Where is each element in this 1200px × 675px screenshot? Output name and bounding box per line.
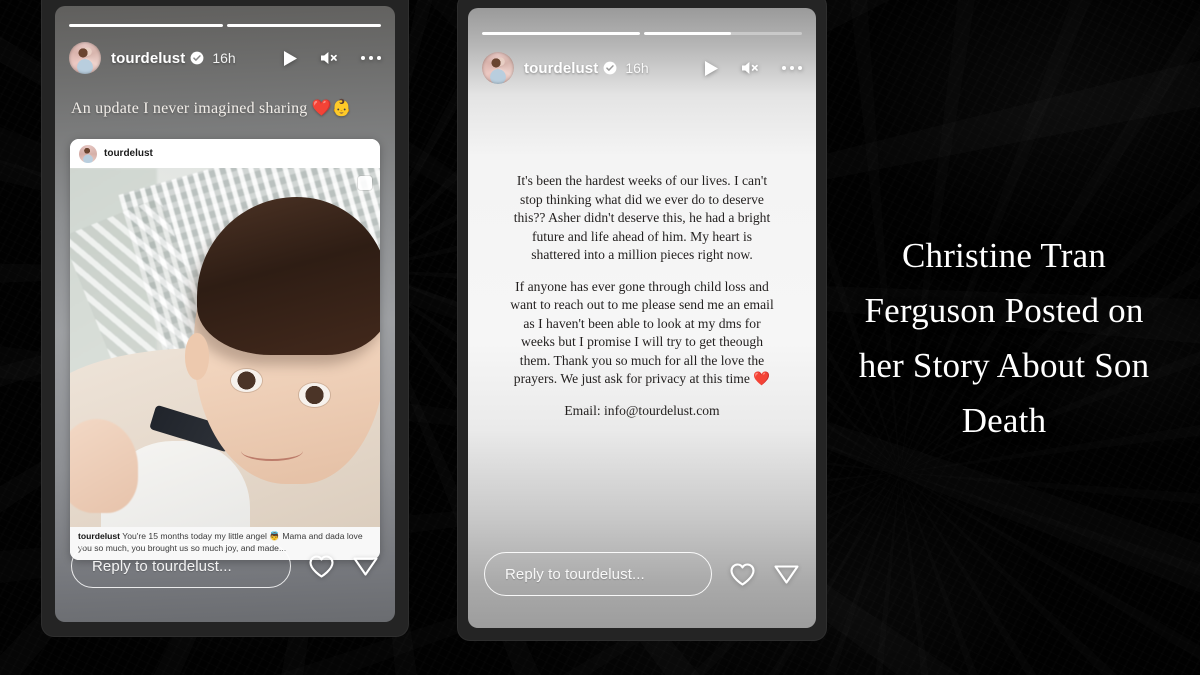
reply-bar-right: Reply to tourdelust... bbox=[468, 552, 816, 596]
story-progress-right[interactable] bbox=[468, 32, 816, 35]
story-username[interactable]: tourdelust bbox=[524, 60, 598, 77]
story-timestamp: 16h bbox=[625, 60, 649, 76]
progress-segment[interactable] bbox=[227, 24, 381, 27]
story-header-right: tourdelust 16h bbox=[468, 46, 816, 90]
progress-segment[interactable] bbox=[69, 24, 223, 27]
embedded-post-card[interactable]: tourdelust tourdelust You're 15 months t… bbox=[70, 139, 380, 560]
mute-speaker-icon[interactable] bbox=[320, 50, 339, 66]
instagram-story-right[interactable]: tourdelust 16h It's been the hardest wee… bbox=[468, 8, 816, 628]
story-caption-left: An update I never imagined sharing ❤️👶 bbox=[71, 100, 352, 117]
story-message-right: It's been the hardest weeks of our lives… bbox=[510, 172, 774, 420]
headline: Christine Tran Ferguson Posted on her St… bbox=[858, 236, 1150, 440]
phone-frame-right: tourdelust 16h It's been the hardest wee… bbox=[458, 0, 826, 640]
message-paragraph-1: It's been the hardest weeks of our lives… bbox=[513, 173, 771, 262]
more-options-icon[interactable] bbox=[361, 56, 381, 60]
heart-icon[interactable] bbox=[729, 562, 756, 587]
avatar[interactable] bbox=[69, 42, 101, 74]
play-icon[interactable] bbox=[704, 60, 719, 77]
reply-input[interactable]: Reply to tourdelust... bbox=[484, 552, 712, 596]
story-username[interactable]: tourdelust bbox=[111, 50, 185, 67]
send-icon[interactable] bbox=[352, 554, 379, 579]
phone-frame-left: tourdelust 16h An update I never imagine… bbox=[42, 0, 408, 636]
send-icon[interactable] bbox=[773, 562, 800, 587]
verified-badge-icon bbox=[603, 61, 617, 75]
tagged-users-icon[interactable] bbox=[358, 176, 372, 190]
embedded-post-header: tourdelust bbox=[70, 139, 380, 168]
message-email: Email: info@tourdelust.com bbox=[564, 402, 720, 418]
instagram-story-left[interactable]: tourdelust 16h An update I never imagine… bbox=[55, 6, 395, 622]
reply-input[interactable]: Reply to tourdelust... bbox=[71, 544, 291, 588]
heart-icon[interactable] bbox=[308, 554, 335, 579]
avatar[interactable] bbox=[482, 52, 514, 84]
story-timestamp: 16h bbox=[212, 50, 236, 66]
story-header-left: tourdelust 16h bbox=[55, 36, 395, 80]
story-progress-left[interactable] bbox=[55, 24, 395, 27]
reply-bar-left: Reply to tourdelust... bbox=[55, 544, 395, 588]
play-icon[interactable] bbox=[283, 50, 298, 67]
mute-speaker-icon[interactable] bbox=[741, 60, 760, 76]
more-options-icon[interactable] bbox=[782, 66, 802, 70]
verified-badge-icon bbox=[190, 51, 204, 65]
progress-segment[interactable] bbox=[482, 32, 640, 35]
embedded-post-caption-author: tourdelust bbox=[78, 531, 121, 541]
baby-photo bbox=[70, 168, 380, 527]
embedded-post-username[interactable]: tourdelust bbox=[104, 148, 153, 159]
message-paragraph-2: If anyone has ever gone through child lo… bbox=[510, 278, 774, 387]
progress-segment[interactable] bbox=[644, 32, 802, 35]
avatar[interactable] bbox=[79, 144, 97, 163]
